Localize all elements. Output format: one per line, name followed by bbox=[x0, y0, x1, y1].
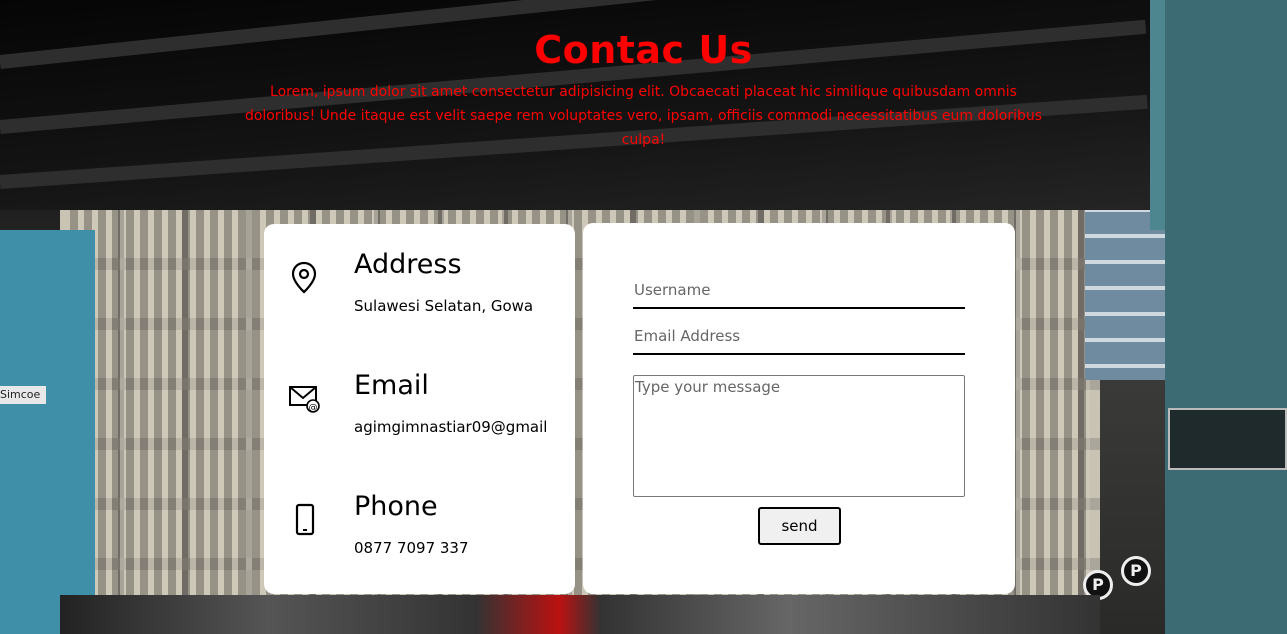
parking-sign: P bbox=[1121, 556, 1151, 586]
address-title: Address bbox=[354, 249, 462, 280]
address-value: Sulawesi Selatan, Gowa bbox=[354, 297, 534, 315]
location-pin-icon bbox=[291, 261, 317, 294]
arrow-sign bbox=[1168, 408, 1287, 470]
page-header: Contac Us Lorem, ipsum dolor sit amet co… bbox=[0, 28, 1287, 152]
phone-icon bbox=[295, 503, 315, 536]
page-title: Contac Us bbox=[534, 28, 753, 72]
email-value: agimgimnastiar09@gmail bbox=[354, 418, 548, 436]
contact-info-card: Address Sulawesi Selatan, Gowa @ Email a… bbox=[264, 224, 575, 594]
phone-title: Phone bbox=[354, 491, 438, 522]
svg-text:@: @ bbox=[309, 403, 318, 413]
username-input[interactable] bbox=[633, 269, 965, 309]
phone-item: Phone 0877 7097 337 bbox=[264, 491, 575, 591]
page-subtitle: Lorem, ipsum dolor sit amet consectetur … bbox=[244, 84, 1043, 148]
mail-icon: @ bbox=[289, 386, 320, 413]
message-textarea[interactable] bbox=[633, 375, 965, 497]
email-item: @ Email agimgimnastiar09@gmail bbox=[264, 370, 575, 470]
street-sign: Simcoe bbox=[0, 386, 46, 404]
phone-value: 0877 7097 337 bbox=[354, 539, 469, 557]
send-button[interactable]: send bbox=[758, 507, 841, 545]
contact-form: send bbox=[583, 223, 1015, 594]
email-input[interactable] bbox=[633, 315, 965, 355]
address-item: Address Sulawesi Selatan, Gowa bbox=[264, 249, 575, 349]
email-title: Email bbox=[354, 370, 429, 401]
